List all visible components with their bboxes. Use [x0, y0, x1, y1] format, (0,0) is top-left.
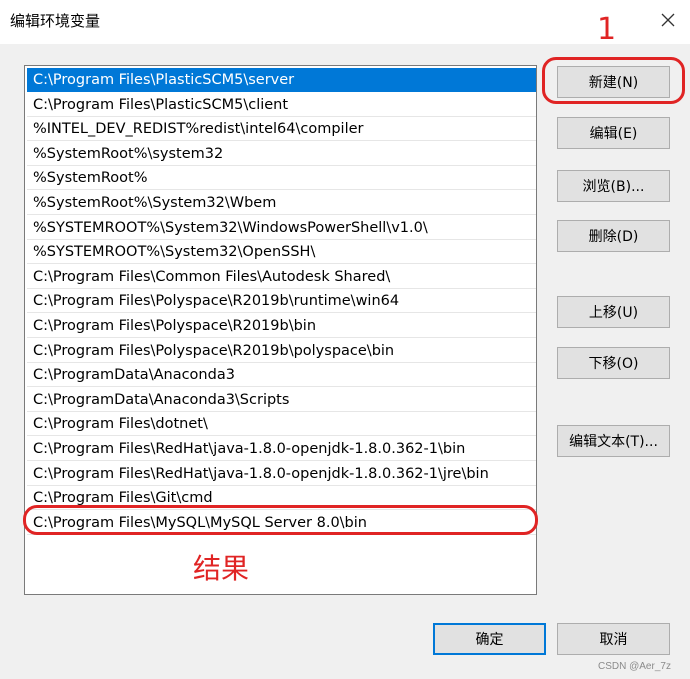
path-list-item[interactable]: C:\Program Files\PlasticSCM5\client [27, 93, 536, 117]
path-list-item[interactable]: C:\ProgramData\Anaconda3 [27, 363, 536, 388]
path-list-item[interactable]: C:\Program Files\PlasticSCM5\server [27, 68, 536, 92]
move-down-button[interactable]: 下移(O) [557, 347, 670, 379]
browse-button[interactable]: 浏览(B)... [557, 170, 670, 202]
path-list-item[interactable]: C:\Program Files\dotnet\ [27, 412, 536, 437]
path-list-item[interactable]: C:\Program Files\Git\cmd [27, 486, 536, 511]
annotation-step-number: 1 [597, 12, 617, 47]
path-list-item[interactable]: C:\ProgramData\Anaconda3\Scripts [27, 388, 536, 412]
dialog-content: C:\Program Files\PlasticSCM5\server C:\Pr… [0, 44, 690, 679]
title-bar: 编辑环境变量 [0, 0, 690, 44]
new-button[interactable]: 新建(N) [557, 66, 670, 98]
path-list-item[interactable]: C:\Program Files\Polyspace\R2019b\polysp… [27, 339, 536, 363]
path-list-item[interactable]: C:\Program Files\Polyspace\R2019b\bin [27, 314, 536, 338]
path-list-item[interactable]: %SYSTEMROOT%\System32\WindowsPowerShell\… [27, 216, 536, 240]
cancel-button[interactable]: 取消 [557, 623, 670, 655]
path-list-item[interactable]: C:\Program Files\MySQL\MySQL Server 8.0\… [27, 511, 536, 535]
path-list-item[interactable]: C:\Program Files\RedHat\java-1.8.0-openj… [27, 437, 536, 461]
close-icon [661, 13, 675, 27]
path-listbox[interactable]: C:\Program Files\PlasticSCM5\server C:\Pr… [24, 65, 537, 595]
annotation-result-label: 结果 [193, 552, 250, 585]
delete-button[interactable]: 删除(D) [557, 220, 670, 252]
dialog-title: 编辑环境变量 [10, 12, 101, 30]
path-list-item[interactable]: %SystemRoot% [27, 166, 536, 191]
path-list-item[interactable]: %INTEL_DEV_REDIST%redist\intel64\compile… [27, 117, 536, 142]
move-up-button[interactable]: 上移(U) [557, 296, 670, 328]
path-list-item[interactable]: C:\Program Files\RedHat\java-1.8.0-openj… [27, 462, 536, 486]
ok-button[interactable]: 确定 [433, 623, 546, 655]
path-list-item[interactable]: C:\Program Files\Polyspace\R2019b\runtim… [27, 289, 536, 314]
path-list-item[interactable]: C:\Program Files\Common Files\Autodesk S… [27, 265, 536, 289]
path-list-item[interactable]: %SystemRoot%\System32\Wbem [27, 191, 536, 215]
edit-button[interactable]: 编辑(E) [557, 117, 670, 149]
close-button[interactable] [650, 4, 686, 36]
path-list-item[interactable]: %SystemRoot%\system32 [27, 142, 536, 166]
watermark: CSDN @Aer_7z [598, 661, 671, 672]
path-list-item[interactable]: %SYSTEMROOT%\System32\OpenSSH\ [27, 240, 536, 265]
edit-text-button[interactable]: 编辑文本(T)... [557, 425, 670, 457]
